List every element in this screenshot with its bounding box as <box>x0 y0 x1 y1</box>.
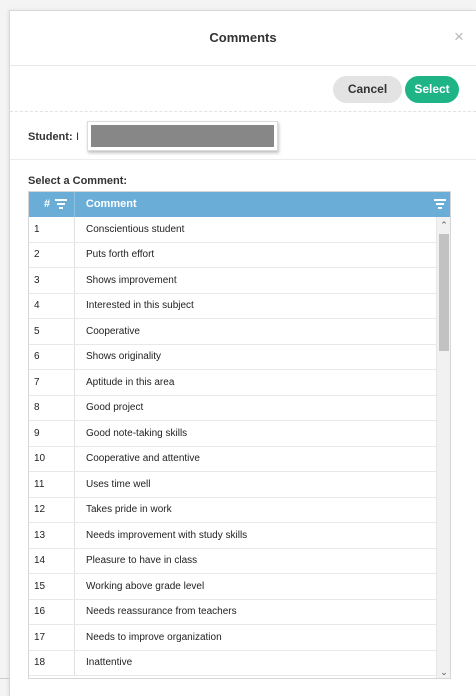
student-row: Student: I <box>10 112 476 160</box>
row-comment-text: Shows originality <box>86 351 162 363</box>
row-comment-text: Conscientious student <box>86 223 185 235</box>
column-header-number-label: # <box>44 198 51 210</box>
table-row[interactable]: 18 Inattentive <box>29 650 450 676</box>
cancel-button[interactable]: Cancel <box>333 76 402 103</box>
row-comment-text: Cooperative <box>86 325 140 337</box>
chevron-up-icon[interactable]: ⌃ <box>437 219 450 231</box>
row-comment-text: Puts forth effort <box>86 249 155 261</box>
dialog-title: Comments <box>209 30 277 45</box>
row-number: 10 <box>29 446 75 471</box>
student-label: Student: <box>28 131 73 143</box>
student-name-redaction <box>87 121 278 151</box>
row-number: 18 <box>29 650 75 675</box>
table-row[interactable]: 2 Puts forth effort <box>29 242 450 268</box>
row-number: 16 <box>29 599 75 624</box>
dialog-header: Comments × <box>10 11 476 66</box>
row-number: 12 <box>29 497 75 522</box>
select-button[interactable]: Select <box>405 76 459 103</box>
table-body: 1 Conscientious student 2 Puts forth effort… <box>29 217 450 678</box>
row-number: 8 <box>29 395 75 420</box>
row-comment-text: Good project <box>86 402 144 414</box>
row-number: 17 <box>29 625 75 650</box>
row-comment-text: Aptitude in this area <box>86 376 175 388</box>
row-number: 1 <box>29 217 75 242</box>
row-comment-text: Inattentive <box>86 657 133 669</box>
row-comment-text: Pleasure to have in class <box>86 555 198 567</box>
row-number: 11 <box>29 472 75 497</box>
row-number: 9 <box>29 421 75 446</box>
row-comment-text: Needs reassurance from teachers <box>86 606 237 618</box>
row-number: 4 <box>29 293 75 318</box>
student-name: I <box>76 131 80 143</box>
table-header: # Comment <box>29 192 450 217</box>
row-comment-text: Cooperative and attentive <box>86 453 200 465</box>
table-row[interactable]: 9 Good note-taking skills <box>29 421 450 447</box>
row-number: 13 <box>29 523 75 548</box>
comments-table: # Comment 1 Conscientious student 2 Puts fo… <box>28 191 451 679</box>
table-row[interactable]: 6 Shows originality <box>29 344 450 370</box>
table-row[interactable]: 10 Cooperative and attentive <box>29 446 450 472</box>
chevron-down-icon[interactable]: ⌄ <box>437 666 450 678</box>
table-row[interactable]: 5 Cooperative <box>29 319 450 345</box>
select-comment-label: Select a Comment: <box>28 175 128 187</box>
row-number: 5 <box>29 319 75 344</box>
background-divider <box>0 678 9 679</box>
row-comment-text: Uses time well <box>86 478 151 490</box>
row-number: 7 <box>29 370 75 395</box>
row-comment-text: Takes pride in work <box>86 504 172 516</box>
table-row[interactable]: 15 Working above grade level <box>29 574 450 600</box>
row-number: 6 <box>29 344 75 369</box>
table-scrollbar[interactable]: ⌃ ⌄ <box>436 217 450 678</box>
redaction-block <box>91 125 274 147</box>
column-header-comment-label: Comment <box>85 198 137 210</box>
row-number: 14 <box>29 548 75 573</box>
dialog-toolbar: Cancel Select <box>10 66 476 112</box>
comments-dialog: Comments × Cancel Select Student: I Sele… <box>9 10 476 696</box>
table-row[interactable]: 4 Interested in this subject <box>29 293 450 319</box>
filter-icon[interactable] <box>434 198 446 210</box>
filter-icon[interactable] <box>55 198 67 210</box>
row-comment-text: Needs improvement with study skills <box>86 529 248 541</box>
row-comment-text: Shows improvement <box>86 274 177 286</box>
table-row[interactable]: 16 Needs reassurance from teachers <box>29 599 450 625</box>
table-row[interactable]: 12 Takes pride in work <box>29 497 450 523</box>
table-row[interactable]: 13 Needs improvement with study skills <box>29 523 450 549</box>
row-comment-text: Interested in this subject <box>86 300 194 312</box>
close-icon[interactable]: × <box>450 27 468 47</box>
row-number: 3 <box>29 268 75 293</box>
row-number: 15 <box>29 574 75 599</box>
row-comment-text: Needs to improve organization <box>86 631 222 643</box>
row-comment-text: Good note-taking skills <box>86 427 188 439</box>
row-comment-text: Working above grade level <box>86 580 205 592</box>
scrollbar-thumb[interactable] <box>439 234 449 351</box>
table-row[interactable]: 8 Good project <box>29 395 450 421</box>
table-row[interactable]: 1 Conscientious student <box>29 217 450 243</box>
row-number: 2 <box>29 242 75 267</box>
table-row[interactable]: 17 Needs to improve organization <box>29 625 450 651</box>
table-row[interactable]: 11 Uses time well <box>29 472 450 498</box>
column-header-comment[interactable]: Comment <box>75 192 450 217</box>
table-row[interactable]: 14 Pleasure to have in class <box>29 548 450 574</box>
table-row[interactable]: 3 Shows improvement <box>29 268 450 294</box>
column-header-number[interactable]: # <box>29 192 75 217</box>
table-row[interactable]: 7 Aptitude in this area <box>29 370 450 396</box>
